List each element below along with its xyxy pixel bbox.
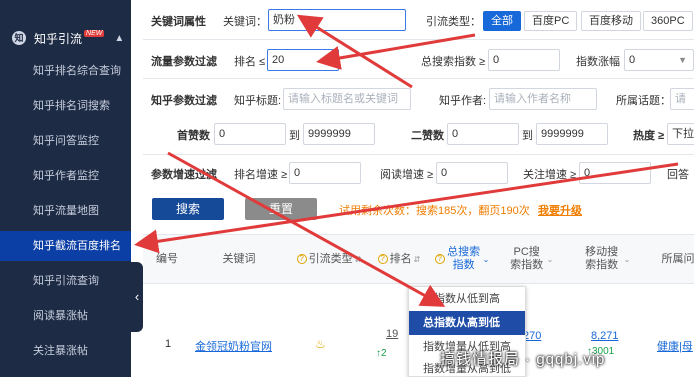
col-traffic-type[interactable]: ? 引流类型 ⇵ xyxy=(293,235,365,283)
sidebar-section-zhihu[interactable]: 知 知乎引流 NEW ▲ xyxy=(0,22,131,54)
index-rise-label: 指数涨幅 xyxy=(576,56,620,68)
total-search-input[interactable]: 0 xyxy=(488,49,560,71)
sidebar-collapse-button[interactable]: ‹ xyxy=(131,262,143,332)
divider xyxy=(143,39,694,40)
action-row: 搜索 重置 试用剩余次数：搜索185次，翻页190次 我要升级 xyxy=(143,196,694,222)
cell-rank[interactable]: 19 xyxy=(386,328,398,340)
sort-icon: ⇵ xyxy=(354,254,362,264)
answer-growth-label: 回答 xyxy=(667,169,689,181)
keyword-label: 关键词： xyxy=(223,16,267,28)
divider xyxy=(143,154,694,155)
zhihu-author-label: 知乎作者: xyxy=(439,95,487,107)
upgrade-link[interactable]: 我要升级 xyxy=(538,202,582,218)
cell-keyword[interactable]: 金领冠奶粉官网 xyxy=(195,338,272,354)
index-rise-value: 0 xyxy=(629,54,636,66)
second-upvote-to-label: 到 xyxy=(522,130,533,142)
sort-option-total-asc[interactable]: 总指数从低到高 xyxy=(409,287,525,311)
help-icon: ? xyxy=(296,254,307,264)
upvote-label: 首赞数 xyxy=(177,130,210,142)
sidebar-item-traffic-map[interactable]: 知乎流量地图 xyxy=(0,196,131,226)
sidebar-item-follow-surge[interactable]: 关注暴涨帖 xyxy=(0,336,131,366)
cell-rank-change: ↑2 xyxy=(376,348,387,359)
traffic-type-baidu-pc[interactable]: 百度PC xyxy=(524,11,578,31)
chevron-down-icon: ⌄ xyxy=(546,254,554,264)
cell-index: 1 xyxy=(165,338,172,350)
trial-remaining-text: 试用剩余次数：搜索185次，翻页190次 xyxy=(339,205,530,217)
keyword-attr-row: 关键词属性 关键词： 奶粉 引流类型： 全部 百度PC 百度移动 360PC xyxy=(143,9,694,33)
traffic-param-row: 流量参数过滤 排名 ≤ 20 总搜索指数 ≥ 0 指数涨幅 0 ▼ xyxy=(143,48,694,72)
second-upvote-min-input[interactable]: 0 xyxy=(447,123,519,145)
upvote-row: 首赞数 0 到 9999999 二赞数 0 到 9999999 热度 ≥ 下拉 xyxy=(143,122,694,146)
topic-input[interactable]: 请 xyxy=(670,88,694,110)
upvote-min-input[interactable]: 0 xyxy=(214,123,286,145)
sidebar-item-author-monitor[interactable]: 知乎作者监控 xyxy=(0,161,131,191)
sidebar: 知 知乎引流 NEW ▲ 知乎排名综合查询 知乎排名词搜索 知乎问答监控 知乎作… xyxy=(0,0,131,377)
sort-option-total-desc[interactable]: 总指数从高到低 xyxy=(409,311,525,335)
traffic-type-360pc[interactable]: 360PC xyxy=(643,11,693,31)
main-content: 关键词属性 关键词： 奶粉 引流类型： 全部 百度PC 百度移动 360PC 流… xyxy=(143,0,694,377)
zhihu-param-row: 知乎参数过滤 知乎标题: 请输入标题名或关键词 知乎作者: 请输入作者名称 所属… xyxy=(143,87,694,111)
read-growth-label: 阅读增速 ≥ xyxy=(380,169,434,181)
col-total-search[interactable]: ? 总搜索指数 ⌄ xyxy=(431,235,493,283)
help-icon: ? xyxy=(434,254,445,264)
col-rank[interactable]: ? 排名 ⇵ xyxy=(371,235,427,283)
sidebar-item-qa-monitor[interactable]: 知乎问答监控 xyxy=(0,126,131,156)
traffic-param-label: 流量参数过滤 xyxy=(151,56,217,68)
zhihu-author-input[interactable]: 请输入作者名称 xyxy=(489,88,597,110)
keyword-attr-label: 关键词属性 xyxy=(151,16,206,28)
cell-mobile-search[interactable]: 8,271 xyxy=(591,330,619,342)
rank-growth-input[interactable]: 0 xyxy=(289,162,361,184)
read-growth-input[interactable]: 0 xyxy=(436,162,508,184)
rank-label: 排名 ≤ xyxy=(234,56,266,68)
total-search-label: 总搜索指数 ≥ xyxy=(421,56,486,68)
index-rise-select[interactable]: 0 ▼ xyxy=(624,49,694,71)
rank-input[interactable]: 20 xyxy=(267,49,339,71)
heat-label: 热度 ≥ xyxy=(633,130,665,142)
follow-growth-input[interactable]: 0 xyxy=(579,162,651,184)
baidu-paw-icon: ♨ xyxy=(315,337,326,351)
sidebar-item-traffic-query[interactable]: 知乎引流查询 xyxy=(0,266,131,296)
chevron-down-icon: ⌄ xyxy=(482,254,490,264)
divider xyxy=(143,78,694,79)
chevron-down-icon: ▼ xyxy=(678,55,687,65)
topic-label: 所属话题： xyxy=(616,95,671,107)
col-index: 编号 xyxy=(156,252,178,265)
zhihu-icon: 知 xyxy=(12,31,26,45)
zhihu-title-label: 知乎标题: xyxy=(234,95,282,107)
growth-row: 参数增速过滤 排名增速 ≥ 0 阅读增速 ≥ 0 关注增速 ≥ 0 回答 xyxy=(143,161,694,185)
second-upvote-max-input[interactable]: 9999999 xyxy=(536,123,608,145)
table-header: 编号 关键词 ? 引流类型 ⇵ ? 排名 ⇵ ? 总搜索指数 ⌄ PC搜索指数 ⌄ 移动搜索指… xyxy=(143,234,694,284)
col-pc-search[interactable]: PC搜索指数 ⌄ xyxy=(501,235,561,283)
col-topic: 所属问 xyxy=(661,252,694,265)
sidebar-item-rank-query[interactable]: 知乎排名综合查询 xyxy=(0,56,131,86)
upvote-max-input[interactable]: 9999999 xyxy=(303,123,375,145)
help-icon: ? xyxy=(377,254,388,264)
upvote-to-label: 到 xyxy=(289,130,300,142)
chevron-down-icon: ⌄ xyxy=(623,254,631,264)
sort-icon: ⇵ xyxy=(413,254,421,264)
traffic-type-label: 引流类型： xyxy=(426,16,481,28)
second-upvote-label: 二赞数 xyxy=(411,130,444,142)
traffic-type-baidu-mobile[interactable]: 百度移动 xyxy=(581,11,641,31)
search-button[interactable]: 搜索 xyxy=(152,198,224,220)
keyword-input[interactable]: 奶粉 xyxy=(268,9,406,31)
new-badge: NEW xyxy=(84,29,105,37)
col-keyword: 关键词 xyxy=(222,252,256,265)
chevron-up-icon[interactable]: ▲ xyxy=(114,33,124,44)
zhihu-title-input[interactable]: 请输入标题名或关键词 xyxy=(283,88,411,110)
zhihu-param-label: 知乎参数过滤 xyxy=(151,95,217,107)
sidebar-item-read-surge[interactable]: 阅读暴涨帖 xyxy=(0,301,131,331)
sidebar-section-label: 知乎引流 xyxy=(34,31,83,46)
reset-button[interactable]: 重置 xyxy=(245,198,317,220)
rank-growth-label: 排名增速 ≥ xyxy=(234,169,288,181)
sidebar-item-rank-keyword-search[interactable]: 知乎排名词搜索 xyxy=(0,91,131,121)
traffic-type-all[interactable]: 全部 xyxy=(483,11,521,31)
heat-select[interactable]: 下拉 xyxy=(667,123,694,145)
growth-label: 参数增速过滤 xyxy=(151,169,217,181)
follow-growth-label: 关注增速 ≥ xyxy=(523,169,577,181)
watermark: 搞钱情报局 · gqqbj.vip xyxy=(440,351,606,368)
col-mobile-search[interactable]: 移动搜索指数 ⌄ xyxy=(573,235,639,283)
sidebar-item-baidu-rank[interactable]: 知乎截流百度排名 xyxy=(0,231,131,261)
